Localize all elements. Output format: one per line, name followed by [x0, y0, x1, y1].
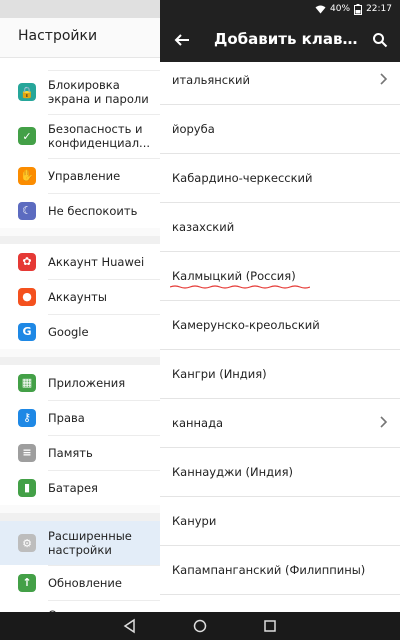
apps-icon: ▦	[18, 373, 36, 392]
settings-item[interactable]: ✓ Безопасность и конфиденциал...	[0, 114, 160, 158]
left-status-strip	[0, 0, 160, 18]
gear-icon: ⚙	[18, 534, 36, 552]
settings-item-label: Батарея	[48, 480, 98, 495]
settings-item[interactable]: ✿ Аккаунт Huawei	[0, 244, 160, 279]
search-button[interactable]	[368, 28, 392, 52]
settings-group: ⚙ Расширенные настройки ↑ Обновление ▯О план…	[0, 521, 160, 612]
chevron-right-icon	[380, 73, 388, 85]
navigation-bar	[0, 612, 400, 640]
language-label: Капампанганский (Филиппины)	[172, 563, 366, 577]
settings-item-label: Приложения	[48, 375, 126, 390]
settings-item[interactable]: G Google	[0, 314, 160, 349]
settings-item-label: Аккаунт Huawei	[48, 254, 145, 269]
arrow-left-icon	[174, 34, 189, 46]
page-title: Добавить клавиат...	[214, 30, 360, 48]
language-item[interactable]: итальянский	[160, 56, 400, 105]
settings-item-label: Блокировка экрана и пароли	[48, 78, 149, 106]
moon-icon: ☾	[18, 201, 36, 220]
spellcheck-underline	[170, 285, 310, 289]
language-item[interactable]: Кабардино-черкесский	[160, 154, 400, 203]
settings-item-label: Права	[48, 410, 85, 425]
language-item[interactable]: Капампанганский (Филиппины)	[160, 546, 400, 595]
language-item[interactable]: Калмыцкий (Россия)	[160, 252, 400, 301]
settings-item-label: Обновление	[48, 575, 122, 590]
language-label: каннада	[172, 416, 224, 430]
battery-percent: 40%	[330, 4, 351, 14]
wifi-icon	[315, 5, 326, 13]
update-icon: ↑	[18, 573, 36, 592]
settings-group: ✿ Аккаунт Huawei ● Аккаунты G Google	[0, 244, 160, 349]
status-bar: 40% 22:17	[160, 0, 400, 18]
settings-item[interactable]: ↑ Обновление	[0, 565, 160, 600]
settings-item-label: Аккаунты	[48, 289, 107, 304]
language-label: итальянский	[172, 73, 251, 87]
settings-item[interactable]: ⚙ Расширенные настройки	[0, 521, 160, 565]
hand-icon: ✋	[18, 166, 36, 185]
clock: 22:17	[366, 4, 392, 14]
shield-icon: ✓	[18, 127, 36, 145]
group-divider	[0, 513, 160, 521]
settings-item[interactable]: ☾ Не беспокоить	[0, 193, 160, 228]
settings-title: Настройки	[18, 28, 98, 44]
language-item[interactable]: Каннауджи (Индия)	[160, 448, 400, 497]
chevron-right-icon	[380, 416, 388, 428]
huawei-icon: ✿	[18, 252, 36, 271]
settings-item[interactable]: ⚷ Права	[0, 400, 160, 435]
language-item[interactable]: каннада	[160, 399, 400, 448]
language-item[interactable]: йоруба	[160, 105, 400, 154]
language-label: Кабардино-черкесский	[172, 171, 313, 185]
language-item[interactable]: казахский	[160, 203, 400, 252]
battery-icon	[354, 3, 363, 15]
settings-item[interactable]: ▯О планшетном ПК	[0, 600, 160, 612]
language-label: Калмыцкий (Россия)	[172, 269, 296, 283]
settings-item[interactable]: ▦ Приложения	[0, 365, 160, 400]
google-icon: G	[18, 322, 36, 341]
settings-item[interactable]: ≡ Память	[0, 435, 160, 470]
search-icon	[373, 33, 388, 48]
language-label: йоруба	[172, 122, 215, 136]
battery-icon: ▮	[18, 478, 36, 497]
settings-panel: Настройки кнопка🔒Блокировка экрана и пар…	[0, 0, 160, 612]
language-label: Канури	[172, 514, 217, 528]
group-divider	[0, 357, 160, 365]
settings-item-label: Не беспокоить	[48, 203, 138, 218]
settings-item-label: Управление	[48, 168, 121, 183]
language-label: Кангри (Индия)	[172, 367, 267, 381]
settings-list: кнопка🔒Блокировка экрана и пароли✓Безопа…	[0, 36, 160, 612]
settings-header: Настройки	[0, 18, 160, 58]
memory-icon: ≡	[18, 443, 36, 462]
language-list: итальянский йоруба Кабардино-черкесский каз…	[160, 56, 400, 595]
language-label: Камерунско-креольский	[172, 318, 320, 332]
nav-recents-icon[interactable]	[262, 618, 278, 634]
back-button[interactable]	[170, 28, 194, 52]
language-label: Каннауджи (Индия)	[172, 465, 293, 479]
key-icon: ⚷	[18, 408, 36, 427]
language-item[interactable]: Кангри (Индия)	[160, 350, 400, 399]
add-keyboard-panel: 40% 22:17 Добавить клавиат... итальянски…	[160, 0, 400, 612]
settings-item[interactable]: ● Аккаунты	[0, 279, 160, 314]
settings-item-label: Память	[48, 445, 93, 460]
nav-back-icon[interactable]	[122, 618, 138, 634]
settings-item-label: Google	[48, 324, 89, 339]
nav-home-icon[interactable]	[192, 618, 208, 634]
group-divider	[0, 236, 160, 244]
settings-item[interactable]: ▮ Батарея	[0, 470, 160, 505]
language-label: казахский	[172, 220, 235, 234]
account-icon: ●	[18, 287, 36, 306]
settings-group: ▦ Приложения ⚷ Права ≡ Память ▮ Батарея	[0, 365, 160, 505]
language-item[interactable]: Камерунско-креольский	[160, 301, 400, 350]
settings-item[interactable]: 🔒 Блокировка экрана и пароли	[0, 70, 160, 114]
language-item[interactable]: Канури	[160, 497, 400, 546]
settings-item-label: Расширенные настройки	[48, 529, 132, 557]
settings-group: кнопка🔒Блокировка экрана и пароли✓Безопа…	[0, 36, 160, 228]
settings-item[interactable]: ✋ Управление	[0, 158, 160, 193]
lock-icon: 🔒	[18, 83, 36, 101]
settings-item-label: Безопасность и конфиденциал...	[48, 122, 151, 150]
